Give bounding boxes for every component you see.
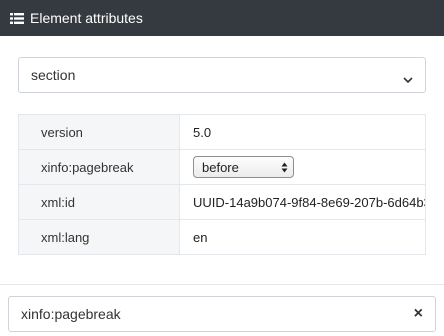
list-icon bbox=[10, 12, 24, 24]
pagebreak-select[interactable]: before bbox=[193, 156, 294, 178]
chevron-down-icon bbox=[403, 71, 413, 87]
attribute-key: xinfo:pagebreak bbox=[18, 149, 180, 185]
element-select-value: section bbox=[31, 67, 76, 83]
element-select[interactable]: section bbox=[18, 57, 426, 93]
attribute-key: xml:lang bbox=[18, 219, 180, 255]
search-value: xinfo:pagebreak bbox=[21, 306, 121, 322]
close-icon[interactable]: × bbox=[414, 306, 423, 322]
updown-arrows-icon bbox=[281, 162, 288, 173]
attributes-table: version 5.0 xinfo:pagebreak before xml:i… bbox=[18, 114, 426, 255]
attribute-value-cell: before bbox=[179, 149, 426, 185]
table-row: xml:lang en bbox=[18, 219, 426, 255]
panel-header: Element attributes bbox=[0, 0, 444, 36]
table-row: version 5.0 bbox=[18, 114, 426, 150]
table-row: xinfo:pagebreak before bbox=[18, 149, 426, 185]
attribute-search-input[interactable]: xinfo:pagebreak × bbox=[8, 296, 436, 332]
attribute-value[interactable]: 5.0 bbox=[179, 114, 426, 150]
attribute-value[interactable]: en bbox=[179, 219, 426, 255]
panel-title: Element attributes bbox=[30, 10, 143, 26]
attribute-key: xml:id bbox=[18, 184, 180, 220]
attribute-key: version bbox=[18, 114, 180, 150]
table-row: xml:id UUID-14a9b074-9f84-8e69-207b-6d64… bbox=[18, 184, 426, 220]
attribute-value[interactable]: UUID-14a9b074-9f84-8e69-207b-6d64b3 bbox=[179, 184, 426, 220]
pagebreak-select-value: before bbox=[202, 159, 239, 175]
divider bbox=[0, 284, 444, 285]
